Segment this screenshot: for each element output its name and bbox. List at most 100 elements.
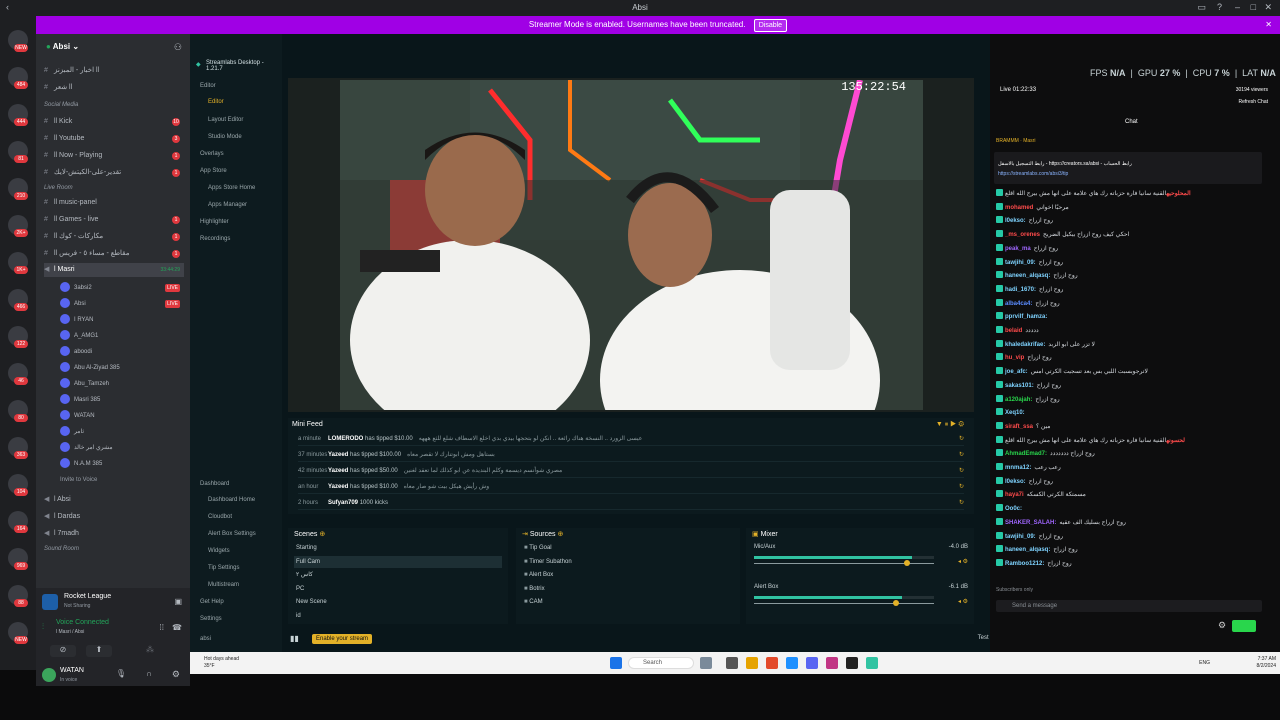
source-item[interactable]: ■ Tip Goal [522,542,734,554]
volume-slider-handle[interactable] [903,560,910,566]
headphones-icon[interactable]: ∩ [146,669,152,678]
chat-username[interactable]: AhmadEmad7: [1005,451,1047,457]
settings-gear-icon[interactable]: ⚙ [172,669,180,680]
edge-icon[interactable] [786,657,798,669]
chat-username[interactable]: Xeq10: [1005,410,1025,416]
mixer-settings-icon[interactable]: ◂ ⚙ [958,558,968,565]
app-icon[interactable] [826,657,838,669]
chat-username[interactable]: siraft_ssa [1005,424,1033,430]
discord-icon[interactable] [806,657,818,669]
chat-input[interactable]: Send a message [996,600,1262,612]
banner-close-icon[interactable]: ✕ [1265,16,1272,34]
source-item[interactable]: ■ Botrix [522,583,734,595]
nav-item[interactable]: Studio Mode [208,131,242,143]
invite-to-voice[interactable]: Invite to Voice [60,473,184,487]
task-view-icon[interactable] [700,657,712,669]
nav-item[interactable]: absi [200,633,211,645]
chat-username[interactable]: mnma12: [1005,465,1031,471]
chat-username[interactable]: mohamed [1005,205,1033,211]
nav-item[interactable]: Apps Manager [208,199,247,211]
chat-username[interactable]: Oo0c: [1005,506,1022,512]
chat-username[interactable]: Ramboo1212: [1005,561,1044,567]
streamlabs-taskbar-icon[interactable] [866,657,878,669]
voice-user[interactable]: N.A.M 385 [60,457,184,471]
channel-item[interactable]: # ll مكاركات - كوك 1 [44,230,184,244]
chat-username[interactable]: khaledakrifae: [1005,342,1045,348]
nav-item[interactable]: Editor [200,80,216,92]
chat-username[interactable]: l0ekso: [1005,479,1026,485]
chat-username[interactable]: l0ekso: [1005,218,1026,224]
taskbar-search[interactable]: Search [628,657,694,669]
nav-item[interactable]: Recordings [200,233,230,245]
scene-item[interactable]: PC [294,583,502,595]
nav-item[interactable]: Dashboard [200,478,229,490]
chat-username[interactable]: alba4ca4: [1005,301,1032,307]
nav-item[interactable]: Settings [200,613,222,625]
category-sound[interactable]: Sound Room [44,546,79,552]
nav-item[interactable]: Tip Settings [208,562,239,574]
refresh-chat-button[interactable]: Refresh Chat [1239,99,1268,105]
terminal-icon[interactable] [726,657,738,669]
chat-username[interactable]: المحلوحيه [1166,191,1190,197]
chart-icon[interactable]: ▮▮ [290,634,299,643]
replay-icon[interactable]: ↻ [959,464,964,477]
filter-icon[interactable]: ▼ ⏸ ▶ ⚙ [936,421,964,429]
mixer-settings-icon[interactable]: ◂ ⚙ [958,598,968,605]
voice-user[interactable]: Abu Al-Ziyad 385 [60,361,184,375]
nav-item[interactable]: Editor [208,96,224,108]
obs-icon[interactable] [846,657,858,669]
chat-username[interactable]: hadi_1670: [1005,287,1036,293]
chat-username[interactable]: pprvilf_hamza: [1005,314,1047,320]
voice-user[interactable]: Abu_Tamzeh [60,377,184,391]
chat-username[interactable]: joe_afc: [1005,369,1028,375]
voice-user[interactable]: مشري امر خالد [60,441,184,455]
channel-item[interactable]: # ll Now - Playing 1 [44,149,184,163]
voice-user[interactable]: A_AMG1 [60,329,184,343]
category-live[interactable]: Live Room [44,185,73,191]
nav-item[interactable]: Cloudbot [208,511,232,523]
chat-send-button[interactable] [1232,620,1256,632]
replay-icon[interactable]: ↻ [959,432,964,445]
camera-off-icon[interactable]: ⊘ [50,645,76,657]
nav-item[interactable]: Alert Box Settings [208,528,256,540]
inbox-icon[interactable]: ▭ [1197,2,1206,13]
volume-slider[interactable] [754,560,934,566]
office-icon[interactable] [766,657,778,669]
chat-username[interactable]: a120ajah: [1005,397,1032,403]
nav-item[interactable]: Layout Editor [208,114,243,126]
go-live-button[interactable]: Enable your stream [312,634,373,644]
replay-icon[interactable]: ↻ [959,480,964,493]
weather-widget[interactable]: Hot days ahead 35°F [204,656,239,670]
source-item[interactable]: ■ CAM [522,596,734,608]
source-item[interactable]: ■ Alert Box [522,569,734,581]
voice-user[interactable]: WATAN [60,409,184,423]
help-icon[interactable]: ? [1217,2,1222,12]
category-social[interactable]: Social Media [44,102,78,108]
sources-add-icon[interactable]: ⊕ [557,531,563,538]
channel-item[interactable]: # ll Youtube 3 [44,132,184,146]
share-screen-icon[interactable]: ⬆ [86,645,112,657]
chat-username[interactable]: haya7i [1005,492,1024,498]
chat-settings-icon[interactable]: ⚙ [1218,620,1226,631]
chat-username[interactable]: belaid [1005,328,1022,334]
voice-channel-masri[interactable]: ◀ l Masri 33:44:29 [44,263,184,277]
chat-username[interactable]: sakas101: [1005,383,1034,389]
screen-share-icon[interactable]: ▣ [174,597,182,606]
chat-username[interactable]: haneen_alqasq: [1005,547,1050,553]
language-indicator[interactable]: ENG [1199,660,1210,666]
voice-channel-item[interactable]: ◀ l Absi [44,493,184,507]
channel-item[interactable]: # اخبار - المبز‌نز ll [44,64,184,78]
channel-item[interactable]: # ll music-panel [44,196,184,210]
channel-item[interactable]: # ll مقاطع - مساء ٥ - فريس 1 [44,247,184,261]
scene-item[interactable]: New Scene [294,596,502,608]
chat-username[interactable]: _ms_orenes [1005,232,1040,238]
voice-user[interactable]: 3absi2 LIVE [60,281,184,295]
volume-slider[interactable] [754,600,934,606]
scene-item[interactable]: id [294,610,502,622]
noise-suppression-icon[interactable]: ⁞⁞ [160,623,164,632]
nav-item[interactable]: Highlighter [200,216,229,228]
nav-item[interactable]: Apps Store Home [208,182,255,194]
start-icon[interactable] [610,657,622,669]
add-user-icon[interactable]: ⚇ [174,42,182,53]
nav-item[interactable]: App Store [200,165,227,177]
